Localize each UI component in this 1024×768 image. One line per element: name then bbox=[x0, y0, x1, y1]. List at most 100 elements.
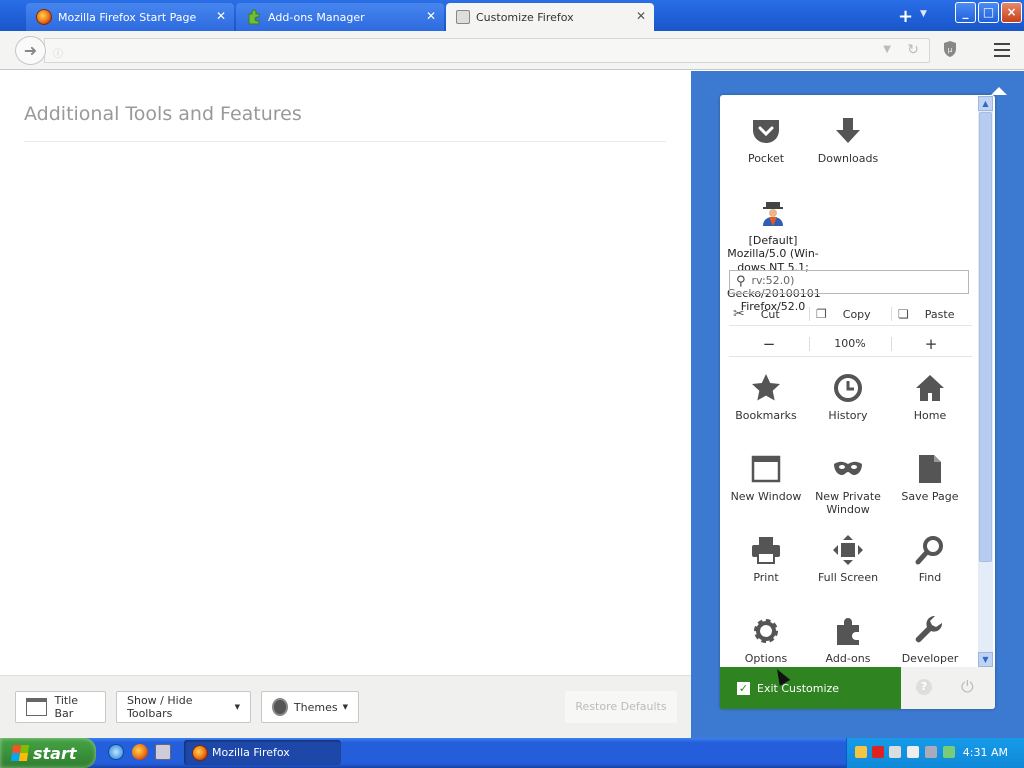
user-agent-switcher-button[interactable]: [Default] Mozilla/5.0 (Win- dows NT 5.1;… bbox=[727, 198, 821, 314]
dropdown-caret-icon: ▼ bbox=[342, 703, 348, 711]
zoom-out-button[interactable]: − bbox=[729, 331, 809, 357]
checkmark-icon: ✓ bbox=[737, 681, 750, 695]
scroll-down-icon[interactable]: ▼ bbox=[978, 652, 993, 667]
bookmarks-button[interactable]: Bookmarks bbox=[726, 373, 806, 422]
tray-volume-icon[interactable] bbox=[925, 746, 937, 758]
item-label: Bookmarks bbox=[735, 409, 797, 422]
item-label: New Private Window bbox=[815, 490, 881, 516]
url-bar[interactable]: ⓘ ▼ ↻ bbox=[44, 38, 930, 63]
wrench-icon bbox=[915, 616, 943, 643]
user-agent-line: Mozilla/5.0 (Win- bbox=[727, 247, 819, 261]
internet-explorer-icon[interactable] bbox=[108, 744, 124, 760]
scroll-thumb[interactable] bbox=[979, 112, 992, 562]
save-page-button[interactable]: Save Page bbox=[890, 454, 970, 503]
tab-customize-firefox[interactable]: Customize Firefox ✕ bbox=[446, 3, 654, 31]
firefox-icon[interactable] bbox=[132, 744, 148, 760]
item-label: New Window bbox=[730, 490, 802, 503]
magnifier-icon bbox=[915, 536, 943, 565]
downloads-button[interactable]: Downloads bbox=[808, 116, 888, 165]
pocket-icon bbox=[753, 120, 779, 143]
item-label: Full Screen bbox=[817, 571, 879, 584]
full-screen-button[interactable]: Full Screen bbox=[808, 535, 888, 584]
quit-icon[interactable]: ⏻ bbox=[961, 677, 974, 697]
show-desktop-icon[interactable] bbox=[155, 744, 171, 760]
printer-icon bbox=[752, 537, 780, 564]
print-button[interactable]: Print bbox=[726, 535, 806, 584]
user-agent-switcher-icon bbox=[763, 202, 783, 226]
dropdown-caret-icon: ▼ bbox=[234, 703, 240, 711]
taskbar: start Mozilla Firefox 4:31 AM bbox=[0, 738, 1024, 768]
divider bbox=[24, 141, 666, 142]
find-button[interactable]: Find bbox=[890, 535, 970, 584]
tab-addons-manager[interactable]: Add-ons Manager ✕ bbox=[236, 3, 444, 31]
new-private-window-button[interactable]: New Private Window bbox=[808, 454, 888, 516]
menu-button[interactable] bbox=[994, 43, 1010, 57]
show-hide-toolbars-button[interactable]: Show / Hide Toolbars ▼ bbox=[116, 691, 251, 723]
maximize-button[interactable]: □ bbox=[978, 2, 999, 23]
customize-palette: Additional Tools and Features bbox=[0, 71, 691, 675]
close-tab-icon[interactable]: ✕ bbox=[426, 9, 436, 23]
cut-button[interactable]: ✂ Cut bbox=[733, 302, 780, 326]
zoom-in-button[interactable]: + bbox=[891, 331, 971, 357]
restore-defaults-button[interactable]: Restore Defaults bbox=[565, 691, 677, 723]
tab-label: Customize Firefox bbox=[476, 10, 574, 24]
copy-icon: ❐ bbox=[816, 307, 827, 321]
tray-shield-icon[interactable] bbox=[872, 746, 884, 758]
minimize-button[interactable]: _ bbox=[955, 2, 976, 23]
item-label: Copy bbox=[842, 307, 871, 321]
themes-button[interactable]: Themes ▼ bbox=[261, 691, 359, 723]
home-button[interactable]: Home bbox=[890, 373, 970, 422]
developer-button[interactable]: Developer bbox=[890, 616, 970, 665]
taskbar-firefox-button[interactable]: Mozilla Firefox bbox=[184, 740, 341, 765]
task-label: Mozilla Firefox bbox=[212, 746, 290, 759]
home-icon bbox=[916, 375, 944, 401]
pocket-button[interactable]: Pocket bbox=[726, 116, 806, 165]
ublock-icon[interactable]: μ bbox=[941, 40, 959, 60]
item-label: Print bbox=[753, 571, 779, 584]
new-tab-button[interactable]: + bbox=[898, 6, 913, 27]
mask-icon bbox=[834, 461, 862, 475]
paste-button[interactable]: ❏ Paste bbox=[898, 302, 954, 326]
customize-icon bbox=[456, 10, 470, 24]
zoom-controls: − 100% + bbox=[729, 331, 972, 357]
exit-customize-button[interactable]: ✓ Exit Customize bbox=[720, 667, 901, 709]
button-label: Show / Hide Toolbars bbox=[127, 694, 193, 720]
tray-tool-icon[interactable] bbox=[855, 746, 867, 758]
options-button[interactable]: Options bbox=[726, 616, 806, 665]
item-label: Exit Customize bbox=[757, 681, 840, 695]
back-button[interactable]: ➜ bbox=[15, 36, 46, 65]
title-bar-button[interactable]: Title Bar bbox=[15, 691, 106, 723]
new-window-button[interactable]: New Window bbox=[726, 454, 806, 503]
tray-update-icon[interactable] bbox=[943, 746, 955, 758]
history-button[interactable]: History bbox=[808, 373, 888, 422]
zoom-reset-button[interactable]: 100% bbox=[810, 331, 890, 357]
tray-display-icon[interactable] bbox=[907, 746, 919, 758]
close-tab-icon[interactable]: ✕ bbox=[636, 9, 646, 23]
item-label: Options bbox=[744, 652, 788, 665]
button-label: Title Bar bbox=[54, 694, 79, 720]
panel-footer: ✓ Exit Customize ? ⏻ bbox=[720, 667, 995, 709]
start-button[interactable]: start bbox=[0, 738, 96, 768]
close-window-button[interactable]: × bbox=[1001, 2, 1022, 23]
help-icon[interactable]: ? bbox=[916, 679, 932, 695]
tab-strip: Mozilla Firefox Start Page ✕ Add-ons Man… bbox=[0, 0, 1024, 31]
history-dropdown-icon[interactable]: ▼ bbox=[883, 44, 891, 55]
reload-icon[interactable]: ↻ bbox=[907, 42, 919, 58]
customize-footer: Title Bar Show / Hide Toolbars ▼ Themes … bbox=[0, 675, 691, 738]
user-agent-line: [Default] bbox=[748, 234, 798, 247]
globe-icon bbox=[272, 698, 288, 716]
addons-button[interactable]: Add-ons bbox=[808, 616, 888, 665]
scroll-up-icon[interactable]: ▲ bbox=[978, 96, 993, 111]
tab-start-page[interactable]: Mozilla Firefox Start Page ✕ bbox=[26, 3, 234, 31]
search-field[interactable]: ⚲ bbox=[729, 270, 969, 294]
tray-network-icon[interactable] bbox=[889, 746, 901, 758]
item-label: Paste bbox=[924, 307, 955, 321]
panel-scrollbar[interactable]: ▲ ▼ bbox=[978, 96, 993, 667]
page-icon bbox=[919, 455, 941, 483]
tab-list-dropdown-icon[interactable]: ▼ bbox=[920, 9, 927, 19]
close-tab-icon[interactable]: ✕ bbox=[216, 9, 226, 23]
system-tray: 4:31 AM bbox=[846, 738, 1024, 768]
identity-icon[interactable]: ⓘ bbox=[53, 45, 63, 60]
copy-button[interactable]: ❐ Copy bbox=[816, 302, 871, 326]
gear-icon bbox=[754, 619, 778, 643]
